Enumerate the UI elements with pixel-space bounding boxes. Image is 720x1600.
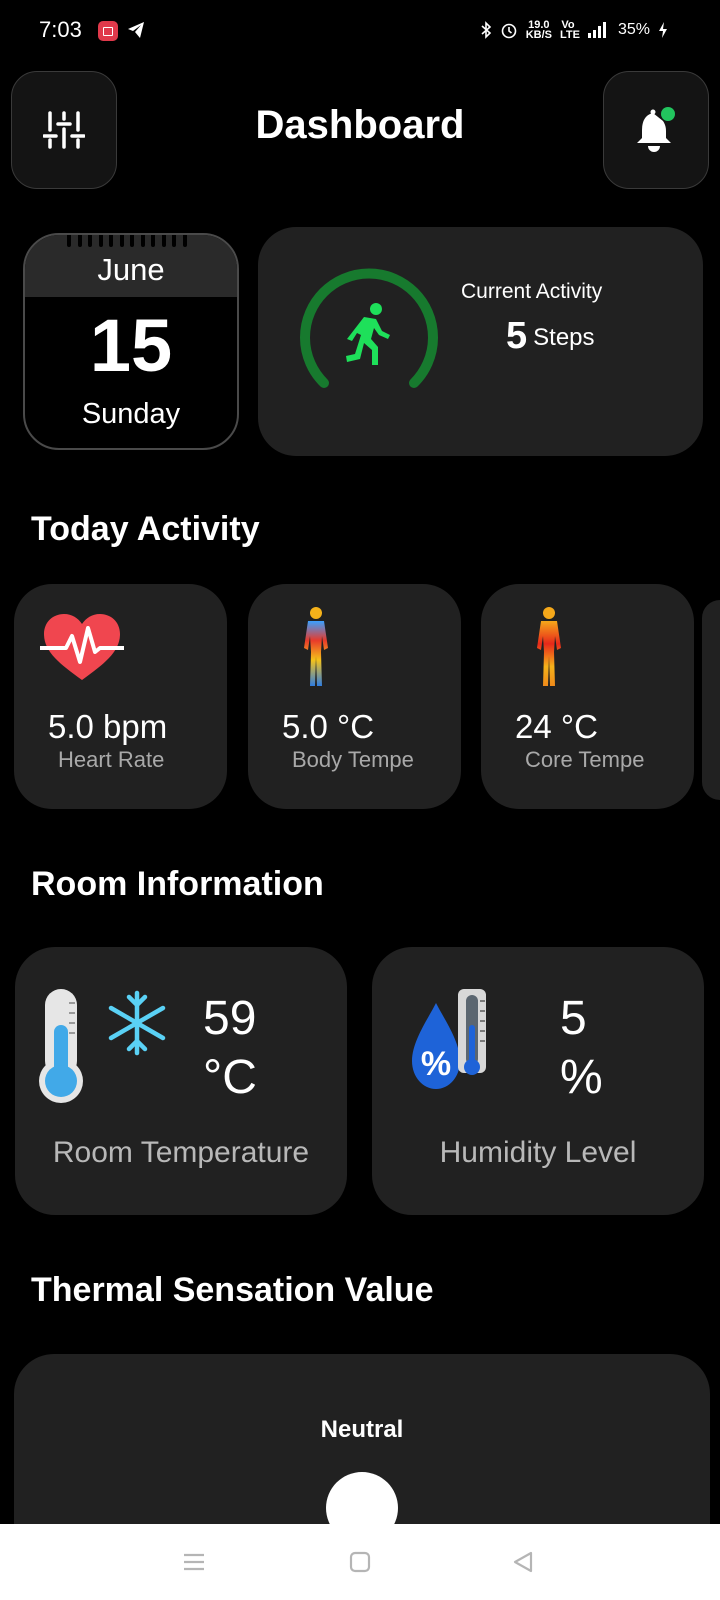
room-information-title: Room Information — [31, 865, 324, 903]
bluetooth-icon — [481, 21, 491, 39]
room-temperature-unit: °C — [203, 1051, 257, 1104]
room-temperature-value: 59 °C — [203, 989, 257, 1107]
screen-record-icon — [98, 21, 118, 41]
humidity-unit: % — [560, 1051, 603, 1104]
home-icon[interactable] — [349, 1551, 371, 1573]
signal-icon — [587, 22, 606, 38]
core-temperature-label: Core Tempe — [525, 747, 645, 772]
current-activity-label: Current Activity — [461, 280, 603, 303]
date-day: 15 — [89, 304, 173, 387]
telegram-icon — [128, 22, 144, 38]
back-icon[interactable] — [511, 1550, 535, 1574]
thermometer-snowflake-icon — [39, 989, 166, 1103]
notification-dot — [661, 107, 675, 121]
calendar-pins-icon — [67, 235, 187, 247]
heartbeat-icon — [40, 614, 124, 680]
speed-unit: KB/S — [525, 29, 552, 41]
status-time: 7:03 — [39, 17, 82, 42]
body-temperature-label: Body Tempe — [292, 747, 414, 772]
body-core-icon — [537, 607, 561, 686]
volte-label: Vo LTE — [559, 19, 580, 41]
heart-rate-card[interactable]: 5.0 bpm Heart Rate — [14, 584, 227, 809]
alarm-icon — [501, 23, 516, 39]
today-activity-carousel[interactable]: 5.0 bpm Heart Rate 5.0 °C Body Tempe 24 … — [14, 584, 720, 809]
core-temperature-value: 24 °C — [515, 708, 598, 745]
heart-rate-label: Heart Rate — [58, 747, 165, 772]
humidity-value: 5 % — [560, 989, 603, 1107]
status-indicators: 19.0 KB/S Vo LTE 35% — [480, 19, 668, 41]
thermal-sensation-label: Neutral — [320, 1416, 404, 1443]
next-card-peek[interactable] — [702, 600, 720, 800]
room-temperature-number: 59 — [203, 992, 257, 1045]
menu-icon[interactable] — [182, 1552, 206, 1572]
running-person-icon — [346, 303, 390, 365]
date-card: June 15 Sunday — [23, 233, 239, 450]
body-temperature-card[interactable]: 5.0 °C Body Tempe — [248, 584, 461, 809]
activity-gauge — [300, 268, 438, 388]
humidity-card[interactable]: % 5 % Humidity Level — [372, 947, 704, 1215]
battery-level: 35% — [617, 21, 650, 38]
network-speed: 19.0 KB/S — [525, 20, 552, 41]
room-temperature-card[interactable]: 59 °C Room Temperature — [15, 947, 347, 1215]
today-activity-title: Today Activity — [31, 510, 260, 548]
current-activity-card[interactable]: Current Activity 5 Steps — [258, 227, 703, 456]
status-bar: 7:03 19.0 KB/S Vo LTE 35% — [0, 0, 720, 62]
core-temperature-card[interactable]: 24 °C Core Tempe — [481, 584, 694, 809]
steps-count: 5 — [506, 315, 528, 357]
steps-unit: Steps — [533, 324, 595, 351]
thermal-sensation-title: Thermal Sensation Value — [31, 1271, 434, 1309]
system-nav-bar — [0, 1524, 720, 1600]
heart-rate-value: 5.0 bpm — [48, 708, 168, 745]
date-weekday: Sunday — [81, 398, 181, 430]
room-temperature-label: Room Temperature — [52, 1136, 310, 1169]
svg-text:%: % — [421, 1045, 451, 1083]
notifications-button[interactable] — [603, 71, 709, 189]
humidity-number: 5 — [560, 992, 587, 1045]
humidity-label: Humidity Level — [439, 1136, 637, 1169]
humidity-drop-icon: % — [412, 989, 486, 1089]
date-month: June — [97, 252, 165, 287]
charging-icon — [659, 22, 667, 38]
body-thermal-icon — [304, 607, 328, 686]
body-temperature-value: 5.0 °C — [282, 708, 375, 745]
steps-value: 5 Steps — [506, 315, 595, 358]
bell-icon — [637, 107, 675, 152]
